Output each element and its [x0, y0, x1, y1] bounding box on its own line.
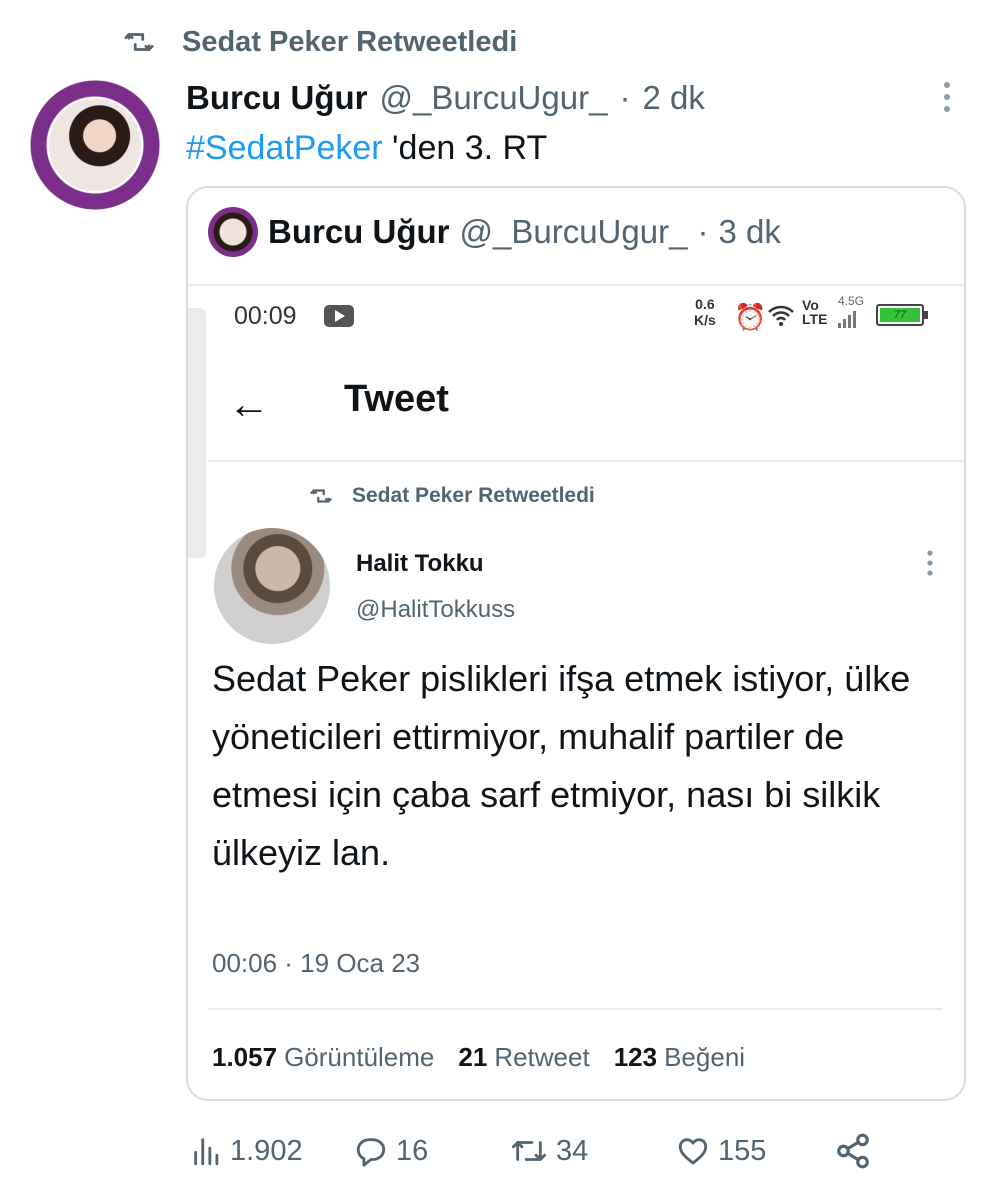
- inner-tweet-stats: 1.057 Görüntüleme 21 Retweet 123 Beğeni: [212, 1042, 745, 1073]
- views-label: Görüntüleme: [284, 1042, 435, 1072]
- quoted-author-avatar: [208, 207, 258, 257]
- likes-count: 123: [613, 1042, 658, 1072]
- network-speed: 0.6 K/s: [694, 296, 716, 328]
- youtube-icon: [324, 305, 354, 327]
- retweet-indicator-text: Sedat Peker Retweetledi: [182, 25, 518, 58]
- author-handle[interactable]: @_BurcuUgur_: [380, 79, 608, 117]
- volte-bottom: LTE: [802, 311, 828, 327]
- author-avatar[interactable]: [30, 80, 160, 210]
- views-count: 1.057: [212, 1042, 278, 1072]
- views-icon: [194, 1138, 219, 1166]
- inner-author-name: Halit Tokku: [356, 550, 484, 577]
- alarm-icon: ⏰: [734, 302, 767, 332]
- battery-icon: 77: [876, 304, 928, 326]
- like-count: 155: [718, 1134, 767, 1167]
- separator-dot: ·: [697, 213, 709, 250]
- inner-tweet-timestamp: 00:06 · 19 Oca 23: [212, 948, 421, 978]
- quoted-author-handle: @_BurcuUgur_: [459, 213, 688, 250]
- retweet-indicator[interactable]: Sedat Peker Retweetledi: [120, 22, 517, 62]
- volte-top: Vo: [802, 297, 819, 313]
- divider: [208, 460, 964, 462]
- retweets-stat: 21 Retweet: [458, 1042, 589, 1073]
- retweet-icon: [310, 489, 332, 503]
- inner-retweet-text: Sedat Peker Retweetledi: [352, 484, 595, 507]
- tweet-header: Burcu Uğur @_BurcuUgur_ · 2 dk: [186, 76, 705, 120]
- quoted-tweet-time: 3 dk: [718, 213, 781, 250]
- avatar-photo: [49, 99, 141, 191]
- hashtag-link[interactable]: #SedatPeker: [186, 129, 383, 167]
- reply-icon: [356, 1138, 386, 1167]
- divider: [188, 284, 964, 286]
- views-button[interactable]: 1.902: [190, 1128, 303, 1174]
- speed-unit: K/s: [694, 312, 716, 328]
- volte-indicator: Vo LTE: [802, 298, 827, 326]
- retweet-count: 34: [556, 1134, 589, 1167]
- quoted-tweet-card[interactable]: Burcu Uğur @_BurcuUgur_ · 3 dk 00:09 0.6…: [186, 186, 966, 1101]
- tweet-text: #SedatPeker 'den 3. RT: [186, 125, 547, 171]
- heart-icon: [678, 1138, 708, 1165]
- retweet-button[interactable]: 34: [508, 1128, 588, 1174]
- battery-level: 77: [880, 308, 920, 322]
- inner-author-avatar: [214, 528, 330, 644]
- signal-icon: [838, 308, 856, 328]
- quoted-tweet-header: Burcu Uğur @_BurcuUgur_ · 3 dk: [208, 207, 781, 257]
- tweet-time[interactable]: 2 dk: [642, 79, 704, 117]
- screen-title: Tweet: [344, 378, 449, 420]
- tweet-text-rest: 'den 3. RT: [382, 129, 548, 167]
- tweet-actions-bar: 1.902 16 34 155: [190, 1128, 890, 1174]
- likes-stat: 123 Beğeni: [614, 1042, 745, 1073]
- retweet-icon: [124, 33, 154, 51]
- quoted-author-name: Burcu Uğur: [268, 213, 450, 250]
- like-button[interactable]: 155: [674, 1128, 766, 1174]
- back-arrow-icon: ←: [228, 380, 270, 427]
- phone-status-bar: 00:09 0.6 K/s ⏰ Vo LTE 4.5G 77: [234, 294, 934, 342]
- share-icon: [837, 1133, 869, 1169]
- speed-value: 0.6: [695, 296, 715, 312]
- more-options-icon: [927, 550, 933, 576]
- wifi-icon: [768, 305, 794, 326]
- reply-button[interactable]: 16: [352, 1128, 428, 1174]
- status-clock: 00:09: [234, 302, 297, 330]
- network-type: 4.5G: [838, 294, 865, 308]
- likes-label: Beğeni: [664, 1042, 746, 1072]
- share-button[interactable]: [834, 1128, 872, 1174]
- more-options-icon[interactable]: [932, 80, 962, 114]
- inner-tweet-text: Sedat Peker pislikleri ifşa etmek istiyo…: [212, 658, 911, 873]
- separator-dot: ·: [619, 79, 631, 116]
- inner-retweet-indicator: Sedat Peker Retweetledi: [308, 482, 595, 510]
- retweets-count: 21: [458, 1042, 488, 1072]
- views-stat: 1.057 Görüntüleme: [212, 1042, 434, 1073]
- retweets-label: Retweet: [494, 1042, 590, 1072]
- reply-count: 16: [396, 1134, 429, 1167]
- views-count: 1.902: [230, 1134, 303, 1167]
- scrollbar: [188, 308, 206, 558]
- author-name[interactable]: Burcu Uğur: [186, 79, 368, 117]
- retweet-icon: [511, 1141, 546, 1161]
- divider: [208, 1008, 942, 1010]
- inner-author-handle: @HalitTokkuss: [356, 596, 516, 623]
